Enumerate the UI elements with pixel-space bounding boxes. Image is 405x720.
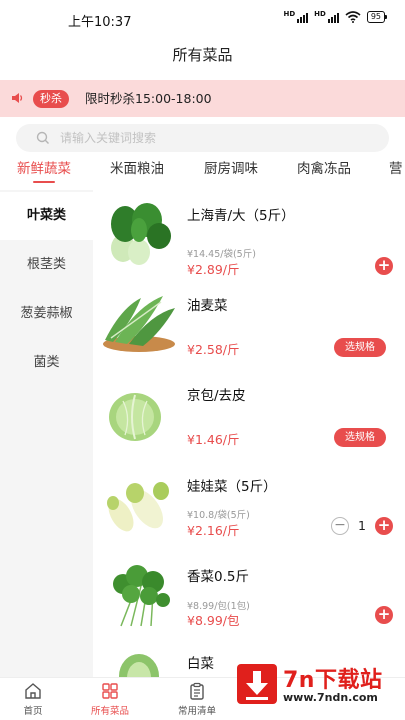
flash-sale-badge: 秒杀 (33, 90, 69, 108)
nav-all-dishes-label: 所有菜品 (90, 706, 129, 717)
sidebar-item-aromatics[interactable]: 葱姜蒜椒 (0, 290, 93, 338)
status-time: 上午10:37 (68, 15, 132, 30)
category-tabs: 新鲜蔬菜 米面粮油 厨房调味 肉禽冻品 营 (0, 158, 405, 184)
quantity-value: 1 (358, 518, 366, 533)
product-list: 上海青/大（5斤） ¥14.45/袋(5斤) ¥2.89/斤 + 油麦菜 ¥2.… (93, 190, 405, 677)
download-arrow-icon (237, 664, 277, 704)
page-title: 所有菜品 (172, 46, 233, 64)
home-icon (25, 683, 41, 699)
sidebar-item-leafy[interactable]: 叶菜类 (0, 192, 93, 240)
battery-icon: 95 (366, 11, 388, 23)
lettuce-image (103, 296, 175, 352)
nav-all-dishes[interactable]: 所有菜品 (80, 682, 140, 717)
bok-choy-image (111, 203, 171, 265)
wifi-icon (345, 11, 361, 23)
sidebar-item-mushrooms[interactable]: 菌类 (0, 339, 93, 387)
select-spec-button[interactable]: 选规格 (334, 338, 386, 357)
watermark-logo: 7n下载站 www.7ndn.com (237, 660, 397, 712)
list-item[interactable]: 娃娃菜（5斤） ¥10.8/袋(5斤) ¥2.16/斤 − 1 + (93, 469, 405, 557)
add-to-cart-button[interactable]: + (375, 606, 393, 624)
baby-cabbage-image (107, 482, 169, 532)
tab-rice-flour-oil[interactable]: 米面粮油 (110, 158, 164, 180)
increase-quantity-button[interactable]: + (375, 517, 393, 535)
grid-icon (102, 683, 118, 699)
search-icon (36, 131, 49, 144)
product-unit-price: ¥10.8/袋(5斤) (187, 510, 250, 521)
cell-signal-icon: HD (283, 11, 309, 23)
status-bar: 上午10:37 HD HD 95 (0, 0, 405, 38)
cilantro-image (113, 565, 170, 627)
add-to-cart-button[interactable]: + (375, 257, 393, 275)
tab-more[interactable]: 营 (389, 158, 403, 180)
nav-common-list[interactable]: 常用清单 (167, 682, 227, 717)
product-name: 白菜 (187, 656, 214, 672)
product-price: ¥8.99/包 (187, 613, 240, 628)
product-price: ¥2.89/斤 (187, 262, 240, 277)
list-item[interactable]: 香菜0.5斤 ¥8.99/包(1包) ¥8.99/包 + (93, 560, 405, 648)
product-unit-price: ¥14.45/袋(5斤) (187, 249, 256, 260)
product-name: 京包/去皮 (187, 388, 246, 404)
flash-sale-text: 限时秒杀15:00-18:00 (85, 91, 212, 106)
watermark-title: 7n下载站 (283, 668, 383, 693)
product-name: 娃娃菜（5斤） (187, 479, 277, 495)
tab-kitchen-seasoning[interactable]: 厨房调味 (204, 158, 258, 180)
product-name: 油麦菜 (187, 298, 228, 314)
sidebar-item-root[interactable]: 根茎类 (0, 241, 93, 289)
tab-fresh-vegetables[interactable]: 新鲜蔬菜 (17, 158, 71, 180)
nav-home[interactable]: 首页 (3, 682, 63, 717)
watermark-url: www.7ndn.com (283, 691, 378, 704)
search-bar[interactable] (16, 124, 389, 152)
napa-cabbage-image (119, 654, 159, 677)
product-price: ¥2.16/斤 (187, 523, 240, 538)
flash-sale-banner[interactable]: 秒杀 限时秒杀15:00-18:00 (0, 80, 405, 117)
title-bar: 所有菜品 (0, 38, 405, 74)
speaker-icon (12, 93, 23, 103)
search-input[interactable] (60, 128, 360, 148)
cell-signal-icon-2: HD (314, 11, 339, 23)
nav-common-list-label: 常用清单 (177, 706, 216, 717)
subcategory-sidebar: 叶菜类 根茎类 葱姜蒜椒 菌类 (0, 190, 93, 677)
list-item[interactable]: 京包/去皮 ¥1.46/斤 选规格 (93, 377, 405, 465)
tab-meat-frozen[interactable]: 肉禽冻品 (297, 158, 351, 180)
product-name: 上海青/大（5斤） (187, 208, 295, 224)
product-price: ¥2.58/斤 (187, 342, 240, 357)
decrease-quantity-button[interactable]: − (331, 517, 349, 535)
product-name: 香菜0.5斤 (187, 569, 249, 585)
list-item[interactable]: 油麦菜 ¥2.58/斤 选规格 (93, 288, 405, 376)
cabbage-image (109, 393, 161, 441)
product-price: ¥1.46/斤 (187, 432, 240, 447)
nav-home-label: 首页 (23, 706, 43, 717)
status-icons: HD HD 95 (283, 11, 388, 23)
list-item[interactable]: 上海青/大（5斤） ¥14.45/袋(5斤) ¥2.89/斤 + (93, 200, 405, 288)
select-spec-button[interactable]: 选规格 (334, 428, 386, 447)
clipboard-icon (190, 682, 204, 700)
